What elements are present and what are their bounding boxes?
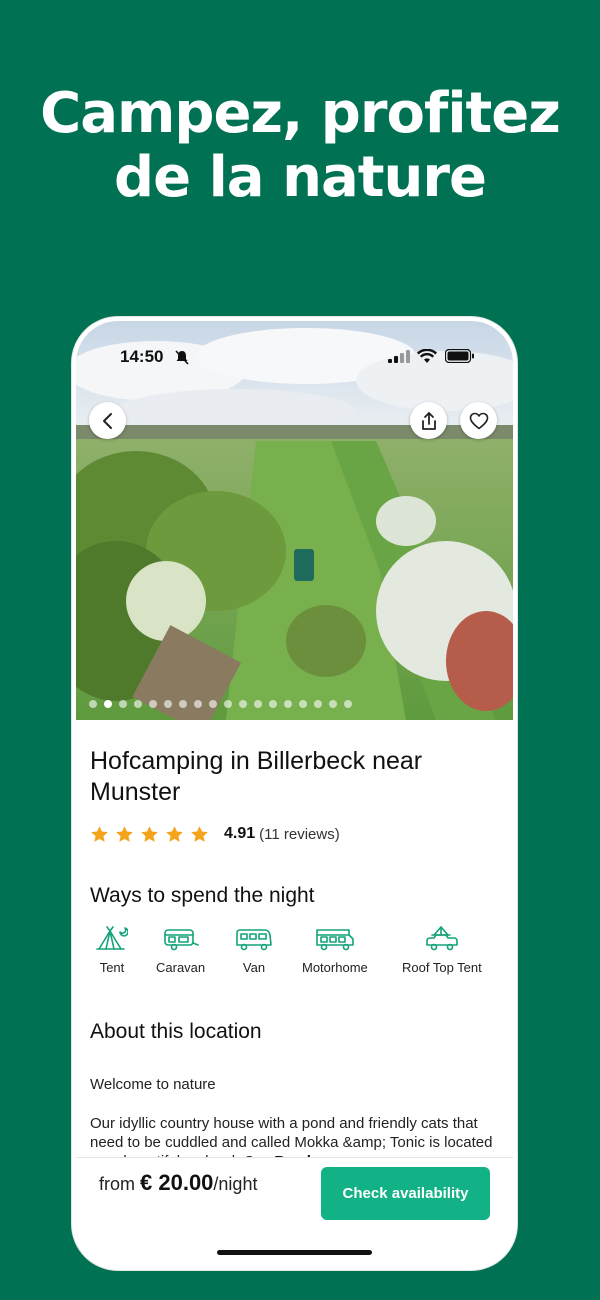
way-label-motorhome: Motorhome — [302, 960, 368, 975]
motorhome-icon — [316, 929, 354, 951]
carousel-dot[interactable] — [164, 700, 172, 708]
review-count[interactable]: (11 reviews) — [259, 826, 340, 843]
price-from: from — [99, 1174, 135, 1194]
chevron-left-icon — [102, 412, 112, 429]
way-item-tent: Tent — [96, 926, 128, 975]
status-bar: 14:50 — [76, 347, 513, 369]
hero-image-carousel[interactable]: 14:50 — [76, 321, 513, 720]
cellular-signal-icon — [388, 350, 410, 363]
carousel-dot[interactable] — [269, 700, 277, 708]
van-icon — [236, 929, 272, 951]
price-amount: € 20.00 — [140, 1170, 214, 1195]
carousel-dot[interactable] — [89, 700, 97, 708]
listing-title: Hofcamping in Billerbeck near Munster — [90, 747, 423, 806]
way-item-caravan: Caravan — [156, 926, 205, 975]
about-welcome: Welcome to nature — [90, 1076, 216, 1093]
carousel-dot[interactable] — [149, 700, 157, 708]
carousel-dot[interactable] — [134, 700, 142, 708]
ways-list: Tent Caravan Van Motorhome Roof Top Tent — [90, 926, 500, 978]
star-icon — [166, 825, 183, 842]
carousel-dot[interactable] — [179, 700, 187, 708]
back-button[interactable] — [89, 402, 126, 439]
share-icon — [421, 411, 436, 430]
way-label-tent: Tent — [99, 960, 125, 975]
way-label-caravan: Caravan — [156, 960, 206, 975]
carousel-dot[interactable] — [194, 700, 202, 708]
carousel-dot[interactable] — [314, 700, 322, 708]
status-time: 14:50 — [120, 347, 164, 366]
check-availability-button[interactable]: Check availability — [321, 1167, 490, 1220]
carousel-dot[interactable] — [104, 700, 112, 708]
ways-heading: Ways to spend the night — [90, 884, 315, 907]
carousel-dot[interactable] — [344, 700, 352, 708]
carousel-dot[interactable] — [119, 700, 127, 708]
home-indicator[interactable] — [217, 1250, 372, 1255]
carousel-dot[interactable] — [329, 700, 337, 708]
carousel-dot[interactable] — [254, 700, 262, 708]
price: from € 20.00/night — [99, 1170, 257, 1196]
way-item-motorhome: Motorhome — [302, 926, 368, 975]
price-unit: /night — [213, 1174, 258, 1194]
about-heading: About this location — [90, 1020, 262, 1043]
carousel-dot[interactable] — [239, 700, 247, 708]
carousel-dot[interactable] — [299, 700, 307, 708]
phone-frame: 14:50 Hofcamping in Billerbeck near Muns… — [72, 317, 517, 1270]
carousel-pagination[interactable] — [89, 700, 352, 710]
way-label-van: Van — [242, 960, 266, 975]
star-icon — [116, 825, 133, 842]
headline-line-1: Campez, profitez — [40, 81, 561, 146]
carousel-dot[interactable] — [224, 700, 232, 708]
battery-icon — [445, 349, 474, 363]
rating-stars — [90, 825, 209, 844]
rating-row[interactable]: 4.91 (11 reviews) — [90, 824, 340, 844]
star-icon — [191, 825, 208, 842]
carousel-dot[interactable] — [209, 700, 217, 708]
way-item-roof-top-tent: Roof Top Tent — [402, 926, 482, 975]
caravan-icon — [163, 929, 199, 951]
headline: Campez, profitez de la nature — [0, 82, 600, 210]
tent-icon — [96, 926, 128, 950]
share-button[interactable] — [410, 402, 447, 439]
headline-line-2: de la nature — [114, 145, 487, 210]
silent-bell-icon — [175, 350, 189, 365]
campsite-photo — [76, 321, 513, 720]
wifi-icon — [417, 349, 437, 363]
way-item-van: Van — [235, 926, 273, 975]
way-label-roof-top-tent: Roof Top Tent — [402, 960, 482, 975]
favorite-button[interactable] — [460, 402, 497, 439]
star-icon — [141, 825, 158, 842]
carousel-dot[interactable] — [284, 700, 292, 708]
heart-icon — [469, 412, 488, 429]
roof-top-tent-icon — [426, 926, 458, 951]
rating-score: 4.91 — [224, 825, 256, 842]
star-icon — [91, 825, 108, 842]
